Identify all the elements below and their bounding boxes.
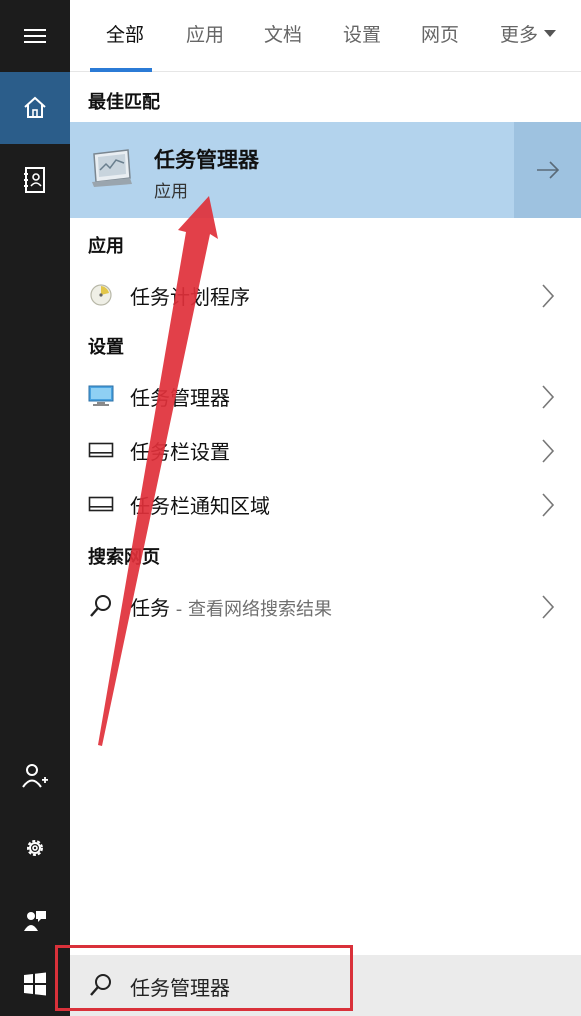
gear-icon (27, 840, 43, 856)
tab-web[interactable]: 网页 (421, 20, 459, 50)
chevron-right-icon (542, 385, 555, 409)
list-item-label: 任务管理器 (130, 386, 230, 410)
best-match-open[interactable]: 任务管理器 应用 (70, 122, 513, 218)
list-item-label: 任务 - 查看网络搜索结果 (130, 592, 332, 621)
add-user-button[interactable] (0, 740, 70, 812)
list-item[interactable]: 任务 - 查看网络搜索结果 (70, 581, 581, 631)
chevron-right-icon (542, 595, 555, 619)
arrow-right-icon (536, 161, 559, 179)
web-suffix: - 查看网络搜索结果 (170, 599, 332, 620)
home-button[interactable] (0, 72, 70, 144)
settings-button[interactable] (0, 812, 70, 884)
search-highlight-box (55, 945, 353, 1011)
list-item-label: 任务栏通知区域 (130, 494, 270, 518)
task-manager-icon (88, 148, 134, 192)
web-heading: 搜索网页 (88, 547, 160, 568)
notebook-icon (24, 167, 45, 193)
search-icon (88, 594, 114, 618)
windows-icon (24, 972, 46, 996)
monitor-icon (88, 384, 114, 408)
filter-tabs: 全部 应用 文档 设置 网页 更多 (70, 0, 581, 72)
menu-button[interactable] (0, 0, 70, 72)
tab-documents[interactable]: 文档 (264, 20, 302, 50)
best-match-result: 任务管理器 应用 (70, 122, 581, 218)
task-scheduler-icon (88, 283, 114, 307)
active-tab-indicator (90, 68, 152, 72)
list-item[interactable]: 任务计划程序 (70, 270, 581, 320)
web-query: 任务 (130, 596, 170, 620)
chevron-right-icon (542, 439, 555, 463)
list-item[interactable]: 任务栏设置 (70, 425, 581, 475)
search-results-panel: 全部 应用 文档 设置 网页 更多 最佳匹配 任务管理器 应用 应用 任务计划程… (70, 0, 581, 1016)
taskbar-icon (88, 492, 114, 516)
chevron-right-icon (542, 493, 555, 517)
tab-settings[interactable]: 设置 (343, 20, 381, 50)
list-item[interactable]: 任务管理器 (70, 371, 581, 421)
best-match-title: 任务管理器 (154, 148, 259, 172)
list-item-label: 任务计划程序 (130, 285, 250, 309)
best-match-expand-button[interactable] (514, 122, 581, 218)
list-item[interactable]: 任务栏通知区域 (70, 479, 581, 529)
home-icon (24, 96, 46, 118)
tab-more[interactable]: 更多 (500, 20, 557, 50)
chevron-right-icon (542, 284, 555, 308)
apps-heading: 应用 (88, 236, 124, 257)
feedback-icon (24, 911, 46, 931)
tab-all[interactable]: 全部 (106, 20, 144, 50)
list-item-label: 任务栏设置 (130, 440, 230, 464)
taskbar-icon (88, 438, 114, 462)
chevron-down-icon (544, 30, 557, 37)
best-match-subtitle: 应用 (154, 182, 188, 202)
add-user-icon (22, 764, 48, 788)
settings-heading: 设置 (88, 337, 124, 358)
notebook-button[interactable] (0, 144, 70, 216)
left-rail (0, 0, 70, 1016)
tab-more-label: 更多 (500, 24, 539, 46)
tab-apps[interactable]: 应用 (186, 20, 224, 50)
menu-icon (24, 29, 46, 43)
best-match-heading: 最佳匹配 (88, 92, 160, 113)
